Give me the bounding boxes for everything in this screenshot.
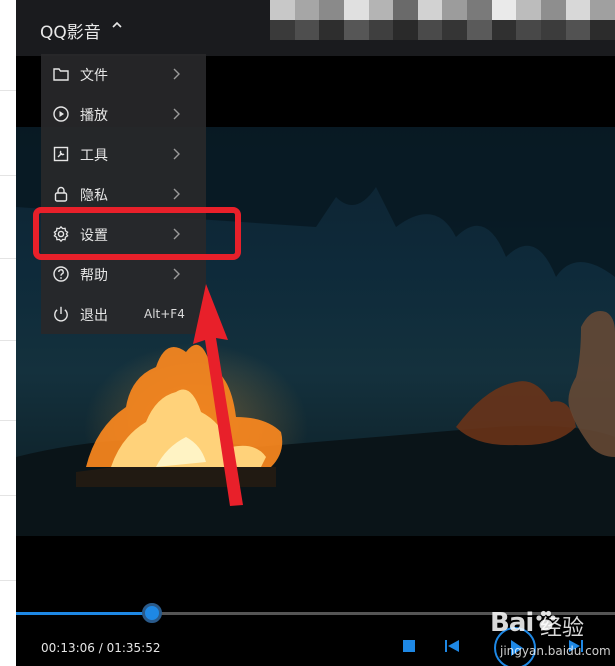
annotation-arrow (193, 284, 243, 506)
